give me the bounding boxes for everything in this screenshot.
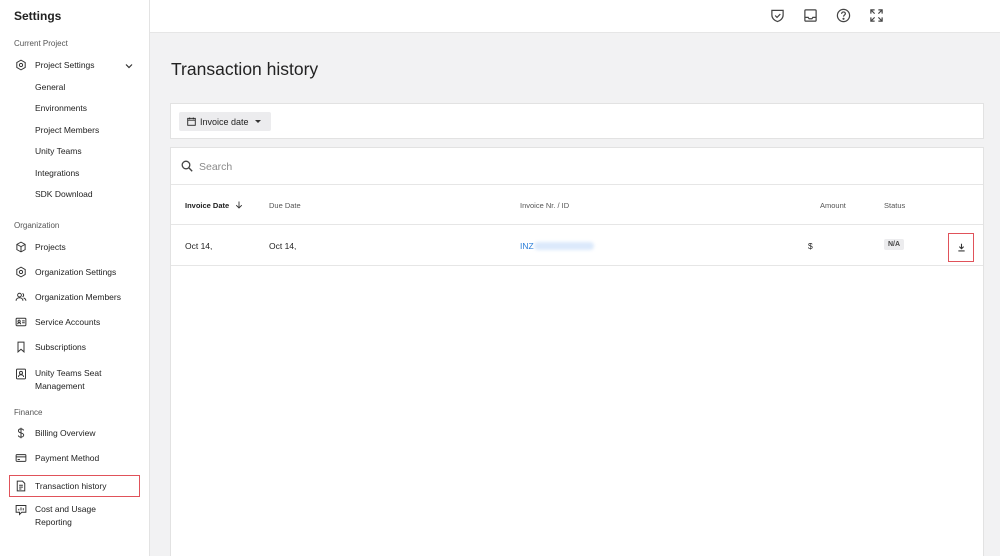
invoice-date-filter-button[interactable]: Invoice date — [179, 112, 271, 131]
section-organization: Organization — [14, 221, 60, 230]
sidebar-item-label: Cost and Usage Reporting — [35, 504, 96, 527]
sidebar-item-cost-and-usage-reporting[interactable]: Cost and Usage Reporting — [14, 503, 140, 529]
arrow-down-icon — [236, 201, 243, 209]
search-input[interactable] — [199, 157, 799, 177]
inbox-icon[interactable] — [803, 8, 818, 23]
sidebar-item-label: Unity Teams Seat Management — [35, 368, 102, 391]
sidebar-item-general[interactable]: General — [35, 82, 65, 92]
column-header-status[interactable]: Status — [884, 201, 905, 210]
download-icon — [957, 243, 965, 252]
top-bar — [150, 0, 1000, 33]
sidebar-item-project-settings[interactable]: Project Settings — [14, 56, 140, 74]
dollar-icon — [14, 427, 27, 440]
chart-message-icon — [14, 503, 27, 516]
page-title: Transaction history — [171, 59, 319, 79]
users-icon — [14, 291, 27, 304]
cell-due-date: Oct 14, — [269, 241, 297, 251]
sidebar-item-label: Payment Method — [35, 453, 100, 463]
sidebar-item-payment-method[interactable]: Payment Method — [14, 449, 140, 467]
download-button[interactable] — [948, 233, 974, 262]
sidebar-item-label: Projects — [35, 242, 66, 252]
sidebar-item-sdk-download[interactable]: SDK Download — [35, 189, 93, 199]
column-header-due-date[interactable]: Due Date — [269, 201, 301, 210]
sidebar-item-organization-settings[interactable]: Organization Settings — [14, 263, 140, 281]
filter-label: Invoice date — [200, 116, 249, 127]
help-icon[interactable] — [836, 8, 851, 23]
search-icon — [181, 160, 193, 172]
section-finance: Finance — [14, 408, 43, 417]
fullscreen-icon[interactable] — [869, 8, 884, 23]
sidebar-item-label: Service Accounts — [35, 317, 101, 327]
column-header-invoice-date[interactable]: Invoice Date — [185, 201, 243, 210]
chevron-down-icon[interactable] — [124, 61, 134, 71]
sidebar-item-organization-members[interactable]: Organization Members — [14, 288, 140, 306]
cell-invoice-date: Oct 14, — [185, 241, 213, 251]
caret-down-icon — [254, 120, 261, 123]
transactions-table: Invoice Date Due Date Invoice Nr. / ID A… — [170, 147, 984, 556]
main-content: Transaction history Invoice date Invoice… — [150, 33, 1000, 556]
cell-invoice-nr[interactable]: INZ — [520, 241, 594, 251]
selection-highlight — [9, 475, 140, 497]
sidebar-item-label: Subscriptions — [35, 342, 87, 352]
sidebar-item-unity-teams-seat-management[interactable]: Unity Teams Seat Management — [14, 367, 140, 393]
sidebar-item-unity-teams[interactable]: Unity Teams — [35, 146, 82, 156]
table-row: Oct 14, Oct 14, INZ $ N/A — [171, 226, 983, 266]
sidebar-item-service-accounts[interactable]: Service Accounts — [14, 313, 140, 331]
sidebar-item-subscriptions[interactable]: Subscriptions — [14, 338, 140, 356]
user-badge-icon — [14, 367, 27, 380]
section-current-project: Current Project — [14, 39, 68, 48]
shield-check-icon[interactable] — [770, 8, 785, 23]
column-header-invoice-nr[interactable]: Invoice Nr. / ID — [520, 201, 569, 210]
cube-icon — [14, 241, 27, 254]
sidebar-item-label: Organization Members — [35, 292, 121, 302]
cell-amount: $ — [808, 241, 813, 251]
gear-icon — [14, 59, 27, 72]
status-badge: N/A — [884, 239, 905, 250]
id-card-icon — [14, 316, 27, 329]
invoice-link[interactable]: INZ — [520, 241, 534, 251]
column-header-amount[interactable]: Amount — [820, 201, 846, 210]
sidebar-item-projects[interactable]: Projects — [14, 238, 140, 256]
sidebar-item-label: Billing Overview — [35, 428, 96, 438]
filter-bar: Invoice date — [170, 103, 984, 139]
table-header: Invoice Date Due Date Invoice Nr. / ID A… — [171, 185, 983, 225]
calendar-icon — [187, 117, 196, 126]
redacted-text — [533, 242, 594, 250]
sidebar-item-billing-overview[interactable]: Billing Overview — [14, 424, 140, 442]
sidebar: Settings Current Project Project Setting… — [0, 0, 150, 556]
sidebar-item-label: Organization Settings — [35, 267, 117, 277]
search-bar — [171, 148, 983, 185]
sidebar-item-environments[interactable]: Environments — [35, 103, 87, 113]
gear-icon — [14, 266, 27, 279]
sidebar-item-integrations[interactable]: Integrations — [35, 168, 79, 178]
credit-card-icon — [14, 452, 27, 465]
column-header-label: Invoice Date — [185, 201, 230, 210]
bookmark-icon — [14, 341, 27, 354]
sidebar-title: Settings — [14, 9, 62, 23]
sidebar-item-label: Project Settings — [35, 60, 95, 70]
sidebar-item-project-members[interactable]: Project Members — [35, 125, 99, 135]
